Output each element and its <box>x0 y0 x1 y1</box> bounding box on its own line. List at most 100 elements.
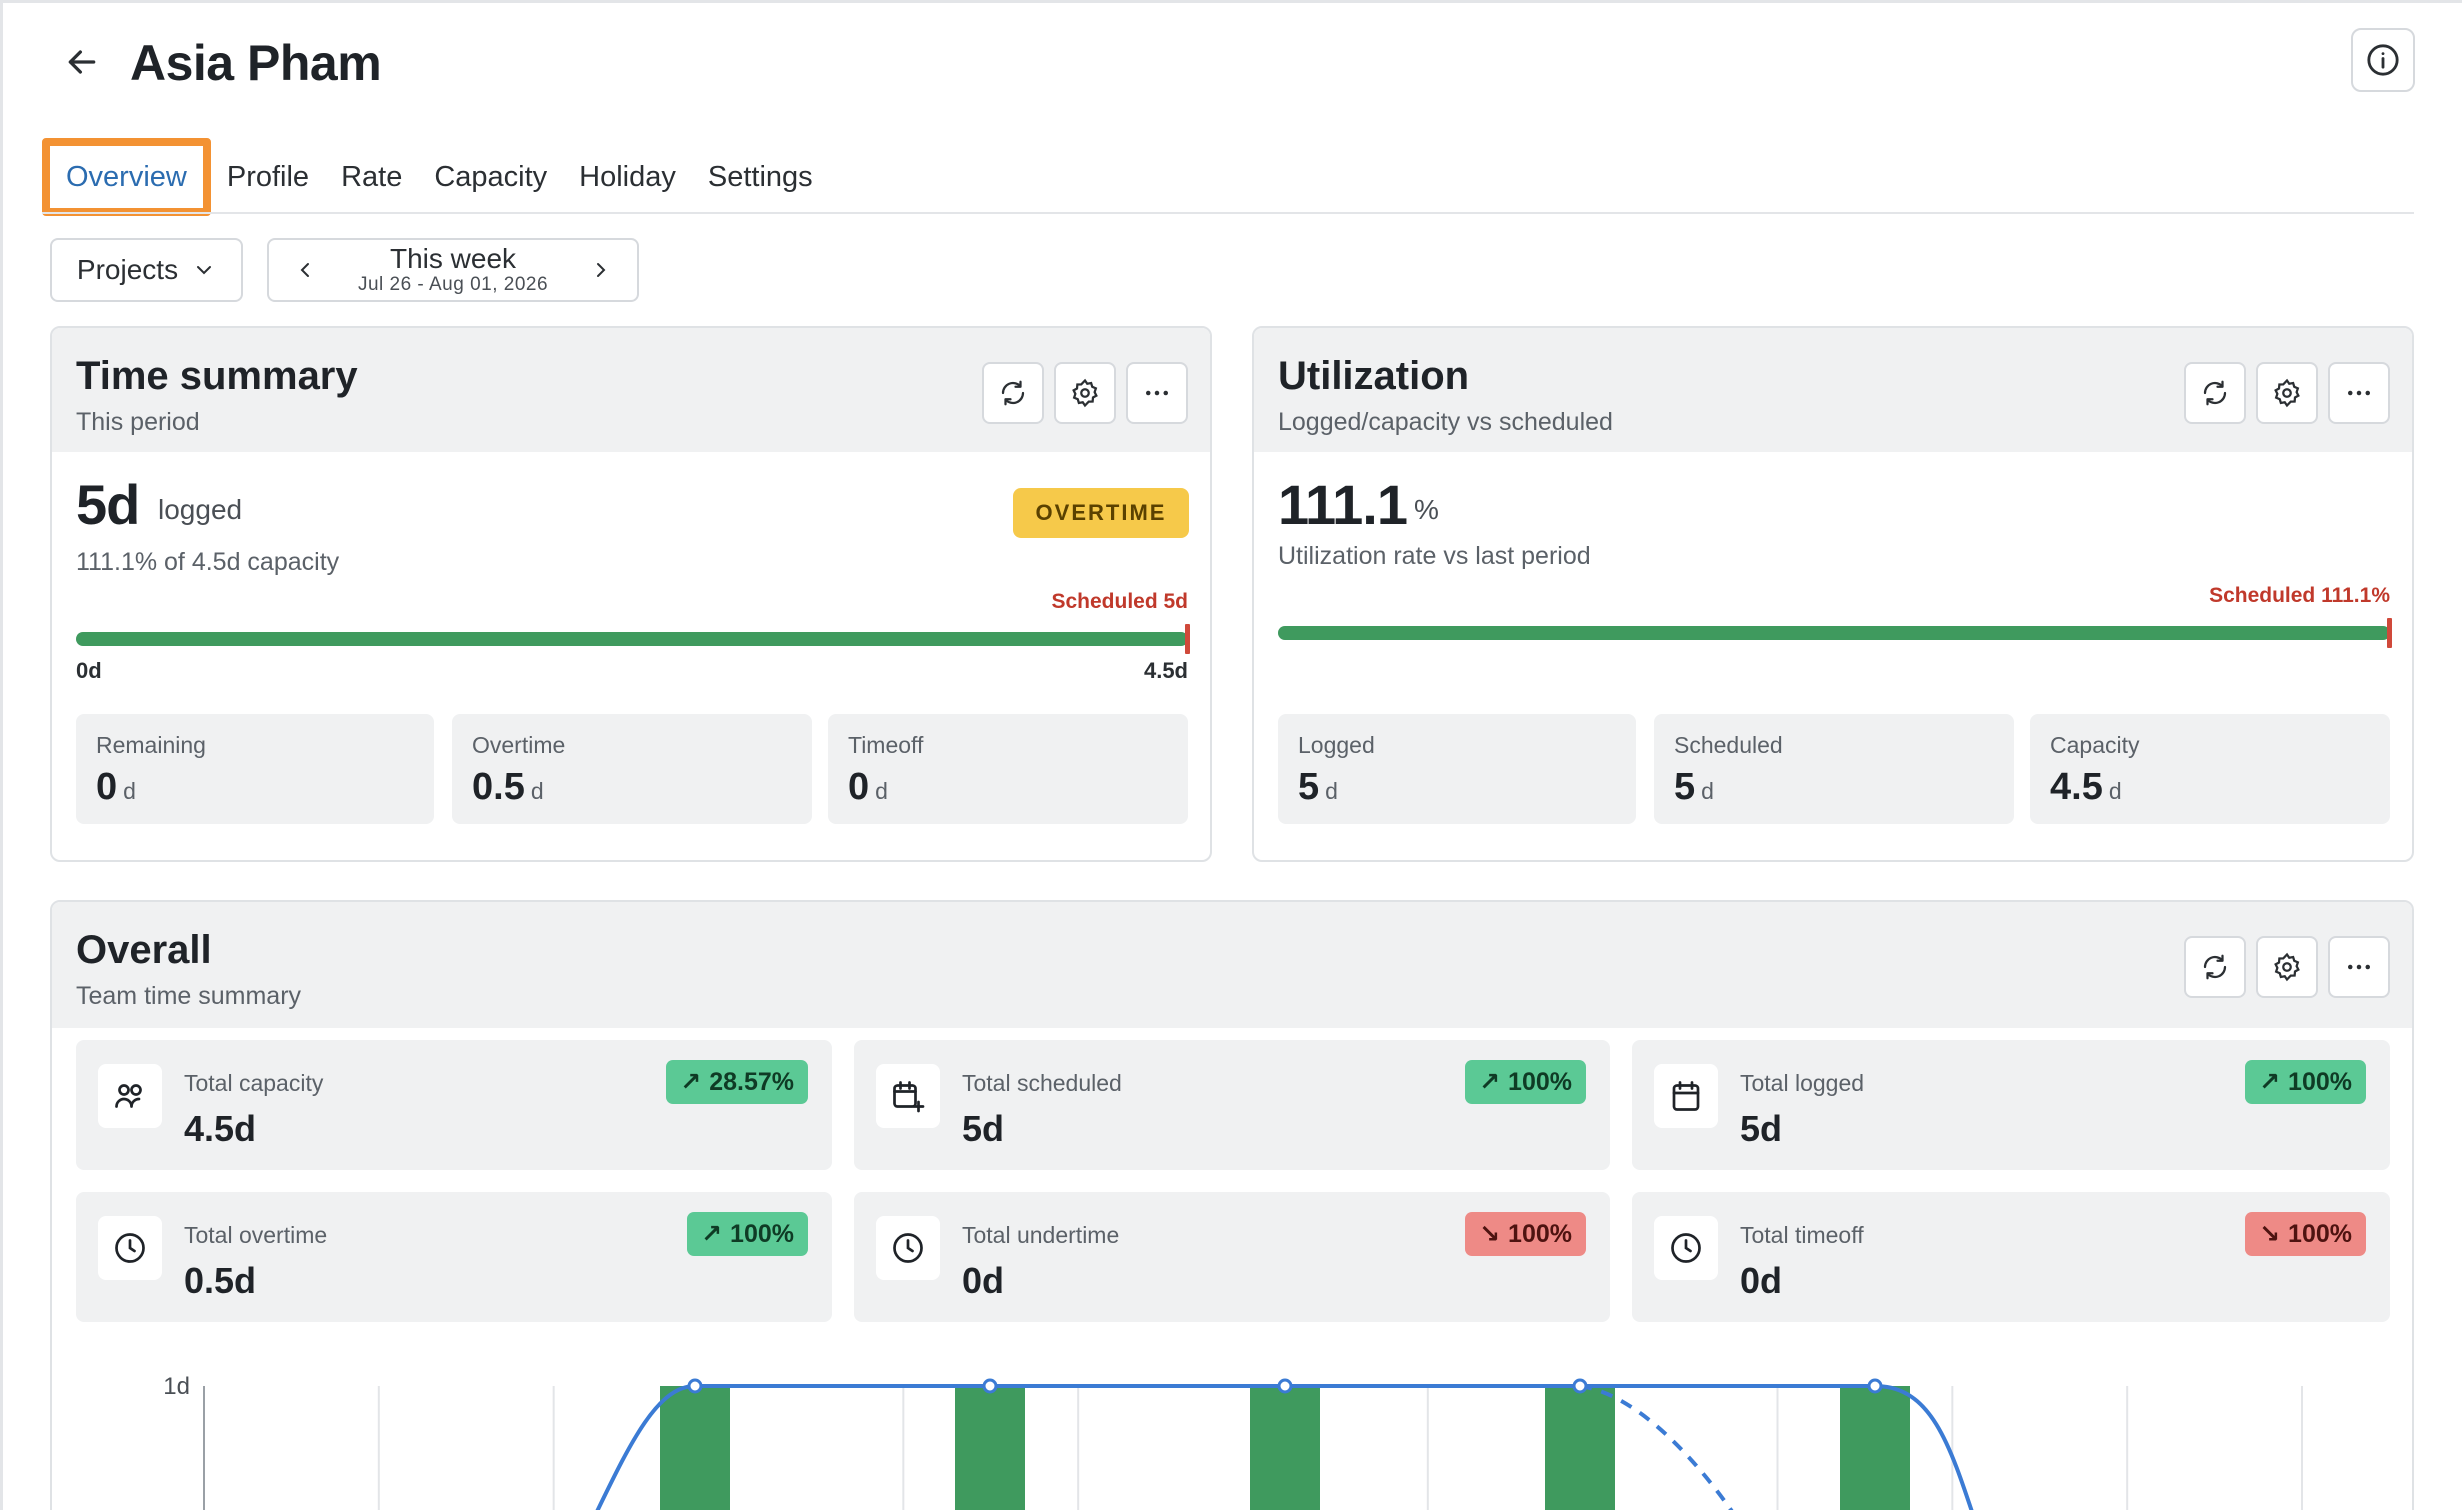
page-title: Asia Pham <box>130 35 382 91</box>
more-horizontal-icon <box>1146 390 1168 396</box>
refresh-button[interactable] <box>2184 362 2246 424</box>
tab-holiday[interactable]: Holiday <box>563 138 692 216</box>
more-button[interactable] <box>2328 936 2390 998</box>
kpi-icon-box <box>876 1064 940 1128</box>
settings-button[interactable] <box>2256 936 2318 998</box>
tab-profile[interactable]: Profile <box>211 138 325 216</box>
stat-logged: Logged 5d <box>1278 714 1636 824</box>
refresh-button[interactable] <box>2184 936 2246 998</box>
chart-bar <box>955 1386 1025 1510</box>
stat-number: 0 <box>96 766 118 808</box>
tab-overview[interactable]: Overview <box>42 138 211 216</box>
chevron-left-icon[interactable] <box>293 258 317 282</box>
stat-value: 0.5 d <box>472 766 544 809</box>
more-button[interactable] <box>1126 362 1188 424</box>
series-point <box>1867 1378 1883 1394</box>
more-button[interactable] <box>2328 362 2390 424</box>
chart-bar <box>1545 1386 1615 1510</box>
chevron-down-icon <box>197 266 212 275</box>
stat-unit: d <box>1325 778 1338 804</box>
kpi-total-undertime: Total undertime 0d ↘ 100% <box>854 1192 1610 1322</box>
stat-unit: d <box>875 778 888 804</box>
projects-label: Projects <box>76 254 179 285</box>
kpi-value: 0d <box>962 1260 1005 1301</box>
tab-settings[interactable]: Settings <box>692 138 829 216</box>
calendar-plus-icon <box>893 1081 925 1113</box>
arrow-up-right-icon: ↗ <box>701 1220 723 1248</box>
card-subtitle: Team time summary <box>76 982 302 1010</box>
week-label: This week <box>389 243 517 275</box>
chart-bar <box>660 1386 730 1510</box>
overtime-badge: OVERTIME <box>1013 488 1189 538</box>
kpi-label: Total timeoff <box>1740 1222 1864 1248</box>
tab-rate[interactable]: Rate <box>325 138 418 216</box>
stat-number: 0.5 <box>472 766 525 808</box>
settings-button[interactable] <box>1054 362 1116 424</box>
settings-button[interactable] <box>2256 362 2318 424</box>
kpi-icon-box <box>1654 1064 1718 1128</box>
stat-label: Overtime <box>472 732 566 758</box>
series-point <box>1572 1378 1588 1394</box>
kpi-change-badge: ↘ 100% <box>2245 1212 2366 1256</box>
kpi-label: Total scheduled <box>962 1070 1122 1096</box>
chevron-right-icon[interactable] <box>589 258 613 282</box>
stat-number: 0 <box>848 766 870 808</box>
stat-value: 5d <box>1298 766 1338 809</box>
time-summary-card: Time summary This period 5d logged 111.1… <box>50 326 1212 862</box>
scheduled-label: Scheduled 111.1% <box>2209 584 2390 607</box>
clock-icon <box>115 1233 145 1263</box>
back-button[interactable] <box>56 36 108 88</box>
gear-icon <box>1072 378 1098 408</box>
tab-capacity[interactable]: Capacity <box>418 138 563 216</box>
refresh-button[interactable] <box>982 362 1044 424</box>
card-header: Overall Team time summary <box>52 902 2412 1028</box>
more-horizontal-icon <box>2348 390 2370 396</box>
stat-number: 5 <box>1298 766 1320 808</box>
kpi-value: 5d <box>1740 1108 1783 1149</box>
kpi-change: 100% <box>2288 1219 2352 1248</box>
kpi-value: 4.5d <box>184 1108 257 1149</box>
kpi-total-timeoff: Total timeoff 0d ↘ 100% <box>1632 1192 2390 1322</box>
chart-bar <box>1840 1386 1910 1510</box>
kpi-value: 5d <box>962 1108 1005 1149</box>
stat-scheduled: Scheduled 5d <box>1654 714 2014 824</box>
logged-progress-bar <box>76 624 1190 654</box>
capacity-note: 111.1% of 4.5d capacity <box>76 548 340 576</box>
card-header: Time summary This period <box>52 328 1210 452</box>
utilization-unit: % <box>1414 494 1439 525</box>
logged-value: 5d <box>76 473 140 536</box>
stat-number: 5 <box>1674 766 1696 808</box>
kpi-total-logged: Total logged 5d ↗ 100% <box>1632 1040 2390 1170</box>
arrow-down-right-icon: ↘ <box>2259 1220 2281 1248</box>
kpi-change: 100% <box>730 1219 794 1248</box>
card-header: Utilization Logged/capacity vs scheduled <box>1254 328 2412 452</box>
overall-card: Overall Team time summary Total capacity… <box>50 900 2414 1510</box>
more-horizontal-icon <box>2348 964 2370 970</box>
info-icon <box>2367 44 2399 76</box>
clock-icon <box>1671 1233 1701 1263</box>
kpi-value: 0d <box>1740 1260 1783 1301</box>
stat-value: 0d <box>848 766 888 809</box>
utilization-value: 111.1 <box>1278 473 1408 536</box>
kpi-total-overtime: Total overtime 0.5d ↗ 100% <box>76 1192 832 1322</box>
card-title: Utilization <box>1278 354 1470 398</box>
kpi-label: Total overtime <box>184 1222 328 1248</box>
y-tick-label: 1d <box>163 1373 190 1400</box>
card-tools <box>2184 936 2390 998</box>
utilization-card: Utilization Logged/capacity vs scheduled… <box>1252 326 2414 862</box>
stat-unit: d <box>530 778 544 804</box>
arrow-up-right-icon: ↗ <box>1479 1068 1501 1096</box>
week-range: Jul 26 - Aug 01, 2026 <box>357 273 549 295</box>
kpi-icon-box <box>98 1064 162 1128</box>
arrow-left-icon <box>68 50 96 74</box>
projects-dropdown[interactable]: Projects <box>50 238 243 302</box>
info-button[interactable] <box>2351 28 2415 92</box>
week-label-group[interactable]: This week Jul 26 - Aug 01, 2026 <box>357 243 549 296</box>
card-title: Time summary <box>76 354 358 398</box>
kpi-icon-box <box>876 1216 940 1280</box>
refresh-icon <box>1001 380 1025 406</box>
kpi-change-badge: ↗ 100% <box>1465 1060 1586 1104</box>
card-subtitle: This period <box>76 408 200 436</box>
stat-value: 0d <box>96 766 136 809</box>
stat-unit: d <box>2108 778 2122 804</box>
